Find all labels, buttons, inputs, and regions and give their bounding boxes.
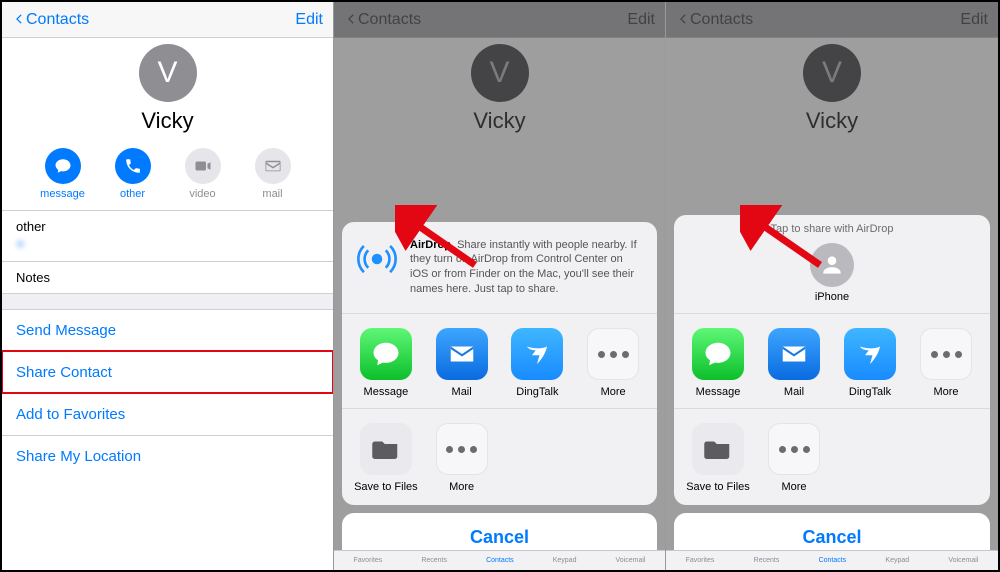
airdrop-tap-title: Tap to share with AirDrop — [674, 215, 990, 239]
app-label: Save to Files — [354, 481, 418, 493]
airdrop-info-row[interactable]: AirDrop. Share instantly with people nea… — [342, 222, 657, 314]
tab-favorites[interactable]: Favorites — [354, 557, 383, 564]
share-app-dingtalk[interactable]: DingTalk — [838, 328, 902, 398]
app-label: More — [781, 481, 806, 493]
share-app-dingtalk[interactable]: DingTalk — [505, 328, 569, 398]
app-label: More — [449, 481, 474, 493]
share-actions-row: Save to Files More . . — [674, 409, 990, 505]
app-label: Message — [364, 386, 409, 398]
dingtalk-icon — [511, 328, 563, 380]
airdrop-title: AirDrop — [410, 239, 451, 251]
avatar: V — [139, 44, 197, 102]
navbar: Contacts Edit — [2, 2, 333, 38]
share-app-message[interactable]: Message — [354, 328, 418, 398]
mail-icon — [768, 328, 820, 380]
message-icon — [360, 328, 412, 380]
tab-contacts[interactable]: Contacts — [486, 557, 514, 564]
more-icon — [436, 423, 488, 475]
share-actions-row: Save to Files More . . — [342, 409, 657, 505]
contact-header: V Vicky — [2, 38, 333, 138]
mail-icon — [436, 328, 488, 380]
phone-section[interactable]: other + — [2, 210, 333, 261]
airdrop-text: AirDrop. Share instantly with people nea… — [410, 238, 643, 297]
action-label: other — [120, 188, 145, 200]
share-app-message[interactable]: Message — [686, 328, 750, 398]
message-action[interactable]: message — [39, 148, 87, 200]
tab-favorites[interactable]: Favorites — [686, 557, 715, 564]
share-action-save-files[interactable]: Save to Files — [686, 423, 750, 493]
airdrop-icon — [356, 238, 398, 280]
panel-share-sheet-airdrop: Contacts Edit V Vicky AirDrop. Share ins… — [334, 2, 666, 570]
app-label: Message — [696, 386, 741, 398]
quick-action-row: message other video mail — [2, 148, 333, 210]
action-label: message — [40, 188, 85, 200]
send-message-link[interactable]: Send Message — [2, 309, 333, 351]
app-label: Save to Files — [686, 481, 750, 493]
phone-icon — [115, 148, 151, 184]
mail-icon — [255, 148, 291, 184]
video-icon — [185, 148, 221, 184]
tab-recents[interactable]: Recents — [421, 557, 447, 564]
more-icon — [920, 328, 972, 380]
phone-number: + — [16, 236, 319, 253]
share-app-mail[interactable]: Mail — [762, 328, 826, 398]
share-sheet: Tap to share with AirDrop iPhone Message… — [674, 215, 990, 562]
app-label: More — [933, 386, 958, 398]
back-button[interactable]: Contacts — [12, 11, 89, 29]
panel-contact-detail: Contacts Edit V Vicky message other vide… — [2, 2, 334, 570]
more-icon — [768, 423, 820, 475]
edit-button[interactable]: Edit — [295, 11, 323, 29]
three-panel-frame: Contacts Edit V Vicky message other vide… — [0, 0, 1000, 572]
video-action[interactable]: video — [179, 148, 227, 200]
app-label: Mail — [452, 386, 472, 398]
add-to-favorites-link[interactable]: Add to Favorites — [2, 393, 333, 435]
panel-share-sheet-recipient: Contacts Edit V Vicky Tap to share with … — [666, 2, 998, 570]
share-action-more[interactable]: More — [430, 423, 494, 493]
tab-voicemail[interactable]: Voicemail — [616, 557, 646, 564]
share-action-save-files[interactable]: Save to Files — [354, 423, 418, 493]
share-app-mail[interactable]: Mail — [430, 328, 494, 398]
action-label: mail — [262, 188, 282, 200]
call-action[interactable]: other — [109, 148, 157, 200]
dingtalk-icon — [844, 328, 896, 380]
tab-contacts[interactable]: Contacts — [819, 557, 847, 564]
section-spacer — [2, 293, 333, 309]
airdrop-recipient[interactable]: iPhone — [674, 239, 990, 314]
share-sheet-card: AirDrop. Share instantly with people nea… — [342, 222, 657, 505]
tab-bar: Favorites Recents Contacts Keypad Voicem… — [334, 550, 665, 570]
app-label: DingTalk — [849, 386, 891, 398]
person-icon — [810, 243, 854, 287]
share-sheet-card: Tap to share with AirDrop iPhone Message… — [674, 215, 990, 505]
tab-keypad[interactable]: Keypad — [553, 557, 577, 564]
share-my-location-link[interactable]: Share My Location — [2, 435, 333, 477]
mail-action[interactable]: mail — [249, 148, 297, 200]
more-icon — [587, 328, 639, 380]
back-label: Contacts — [26, 11, 89, 29]
app-label: More — [601, 386, 626, 398]
message-icon — [692, 328, 744, 380]
notes-label: Notes — [16, 270, 319, 285]
tab-voicemail[interactable]: Voicemail — [948, 557, 978, 564]
chevron-left-icon — [12, 11, 26, 29]
folder-icon — [692, 423, 744, 475]
share-app-more[interactable]: More — [581, 328, 645, 398]
app-label: DingTalk — [516, 386, 558, 398]
share-sheet: AirDrop. Share instantly with people nea… — [342, 222, 657, 562]
share-apps-row: Message Mail DingTalk More — [342, 314, 657, 409]
tab-keypad[interactable]: Keypad — [885, 557, 909, 564]
recipient-label: iPhone — [674, 291, 990, 303]
app-label: Mail — [784, 386, 804, 398]
share-action-more[interactable]: More — [762, 423, 826, 493]
contact-name: Vicky — [2, 108, 333, 134]
folder-icon — [360, 423, 412, 475]
phone-label: other — [16, 219, 319, 234]
notes-section[interactable]: Notes — [2, 261, 333, 293]
tab-recents[interactable]: Recents — [754, 557, 780, 564]
message-icon — [45, 148, 81, 184]
share-apps-row: Message Mail DingTalk More — [674, 314, 990, 409]
tab-bar: Favorites Recents Contacts Keypad Voicem… — [666, 550, 998, 570]
action-label: video — [189, 188, 215, 200]
share-contact-link[interactable]: Share Contact — [2, 351, 333, 393]
share-app-more[interactable]: More — [914, 328, 978, 398]
